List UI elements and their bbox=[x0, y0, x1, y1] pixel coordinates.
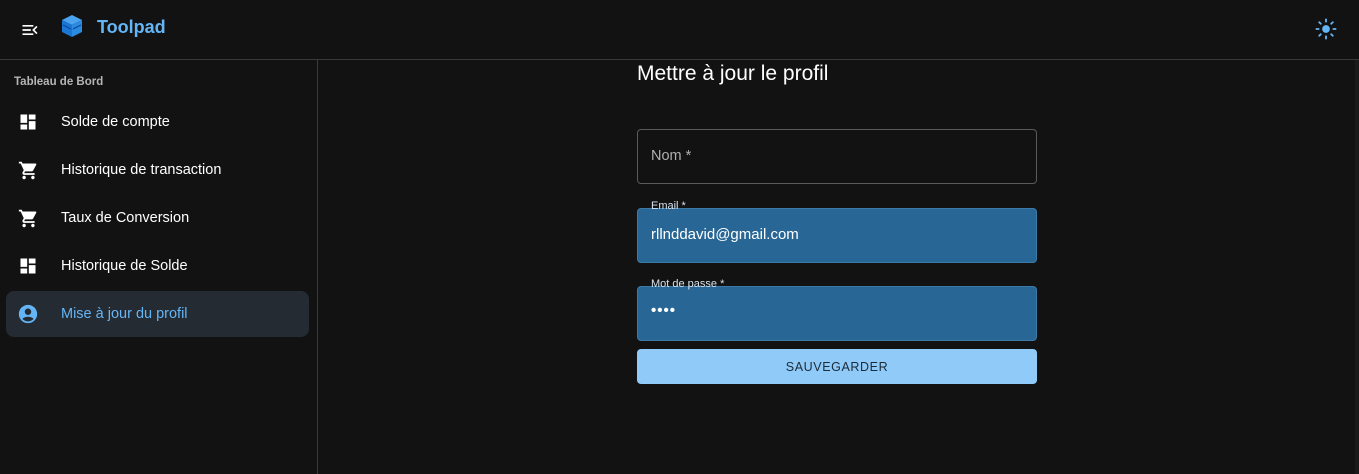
sidebar-item-historique-de-transaction[interactable]: Historique de transaction bbox=[6, 147, 309, 193]
scrollbar-track[interactable] bbox=[1355, 60, 1359, 474]
shopping-cart-icon bbox=[16, 158, 40, 182]
theme-toggle-button[interactable] bbox=[1310, 13, 1342, 45]
save-button[interactable]: SAUVEGARDER bbox=[637, 349, 1037, 384]
email-field-value: rllnddavid@gmail.com bbox=[651, 226, 799, 243]
app-brand[interactable]: Toolpad bbox=[97, 16, 166, 38]
sidebar-item-historique-de-solde[interactable]: Historique de Solde bbox=[6, 243, 309, 289]
password-field-value: •••• bbox=[651, 302, 677, 319]
sidebar-item-mise-a-jour-du-profil[interactable]: Mise à jour du profil bbox=[6, 291, 309, 337]
sidebar-item-taux-de-conversion[interactable]: Taux de Conversion bbox=[6, 195, 309, 241]
account-circle-icon bbox=[16, 302, 40, 326]
password-field[interactable]: Mot de passe * •••• bbox=[637, 278, 1037, 341]
menu-open-icon bbox=[22, 25, 38, 35]
password-field-label: Mot de passe * bbox=[651, 278, 725, 290]
name-field-placeholder: Nom * bbox=[651, 148, 692, 164]
app-header: Toolpad bbox=[0, 0, 1359, 60]
shopping-cart-icon bbox=[16, 206, 40, 230]
dashboard-icon bbox=[16, 110, 40, 134]
page-title: Mettre à jour le profil bbox=[637, 62, 829, 85]
sidebar-item-label: Historique de transaction bbox=[61, 162, 222, 178]
sidebar-item-solde-de-compte[interactable]: Solde de compte bbox=[6, 99, 309, 145]
name-field[interactable]: Nom * bbox=[637, 129, 1037, 184]
email-field[interactable]: Email * rllnddavid@gmail.com bbox=[637, 200, 1037, 263]
sidebar-item-label: Mise à jour du profil bbox=[61, 306, 188, 322]
dashboard-icon bbox=[16, 254, 40, 278]
toolpad-logo-icon bbox=[62, 15, 82, 37]
app-root: Toolpad Tableau de Bord Solde de compte … bbox=[0, 0, 1359, 474]
sidebar-item-label: Solde de compte bbox=[61, 114, 170, 130]
email-field-label: Email * bbox=[651, 200, 686, 212]
sun-icon bbox=[1315, 18, 1337, 40]
sidebar-section-title: Tableau de Bord bbox=[14, 76, 104, 88]
sidebar-item-label: Taux de Conversion bbox=[61, 210, 190, 226]
sidebar-item-label: Historique de Solde bbox=[61, 258, 188, 274]
sidebar: Tableau de Bord Solde de compte Historiq… bbox=[0, 60, 318, 474]
menu-toggle-button[interactable] bbox=[14, 14, 46, 46]
